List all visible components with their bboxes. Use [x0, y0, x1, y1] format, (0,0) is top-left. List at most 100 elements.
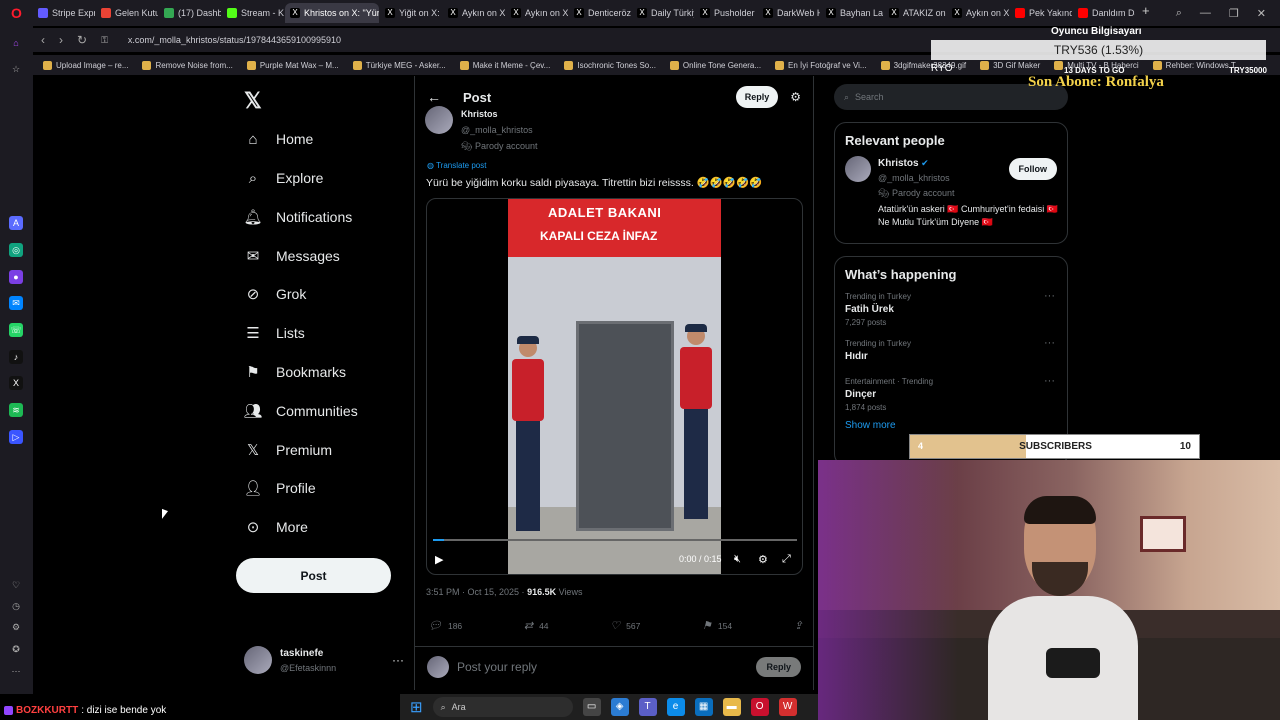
nav-explore[interactable]: ⌕ Explore [244, 169, 324, 187]
back-icon[interactable]: ‹ [41, 33, 45, 47]
person-row[interactable]: Khristos ✔ @_molla_khristos 🎭︎ Parody ac… [835, 154, 1067, 231]
close-icon[interactable]: ✕ [1257, 7, 1266, 20]
header-reply-button[interactable]: Reply [735, 86, 779, 108]
whatsapp-icon[interactable]: ☏ [9, 323, 23, 337]
tab[interactable]: X ATAKIZ on [884, 3, 946, 23]
windows-start-icon[interactable]: ⊞ [410, 698, 423, 716]
reload-icon[interactable]: ↻ [77, 33, 87, 47]
nav-profile[interactable]: 👤︎ Profile [243, 479, 315, 497]
opera-logo-icon[interactable]: O [0, 0, 33, 26]
play-icon[interactable]: ▶ [435, 553, 443, 566]
tab[interactable]: X Denticeröz [569, 3, 631, 23]
more-dots-icon[interactable]: ··· [1044, 337, 1055, 349]
nav-communities[interactable]: 👥︎ Communities [243, 402, 357, 420]
translate-link[interactable]: ◍ Translate post [427, 161, 486, 170]
trend-item[interactable]: Trending in Turkey Fatih Ürek 7,297 post… [835, 288, 1067, 335]
author-name[interactable]: Khristos [461, 109, 498, 119]
nav-messages[interactable]: ✉ Messages [244, 247, 340, 265]
tab[interactable]: Danldım Da [1073, 3, 1135, 23]
post-button[interactable]: Post [236, 558, 391, 593]
x-logo-icon[interactable]: 𝕏 [244, 88, 262, 114]
nav-home[interactable]: ⌂ Home [244, 130, 313, 148]
home-icon[interactable]: ⌂ [9, 36, 23, 50]
nav-more[interactable]: ⊙ More [244, 518, 308, 536]
like-action[interactable]: ♡ 567 [610, 619, 640, 632]
forward-icon[interactable]: › [59, 33, 63, 47]
tab[interactable]: X DarkWeb H [758, 3, 820, 23]
new-tab-icon[interactable]: + [1136, 3, 1156, 23]
aria-icon[interactable]: A [9, 216, 23, 230]
site-info-icon[interactable]: ⚿ [101, 35, 108, 46]
sliders-icon[interactable]: ⚙ [790, 90, 801, 104]
trend-item[interactable]: Trending in Turkey Hıdır ··· [835, 335, 1067, 373]
show-more-link[interactable]: Show more [835, 420, 1067, 431]
minimize-icon[interactable]: — [1200, 7, 1211, 20]
mute-icon[interactable]: 🔇︎ [734, 553, 741, 566]
more-dots-icon[interactable]: ··· [1044, 290, 1055, 302]
nav-premium[interactable]: 𝕏 Premium [244, 441, 332, 459]
tab[interactable]: Stripe Expre [33, 3, 95, 23]
bookmark-item[interactable]: Remove Noise from... [142, 60, 233, 70]
chatgpt-icon[interactable]: ◎ [9, 243, 23, 257]
tab[interactable]: X Aykın on X [443, 3, 505, 23]
account-switcher[interactable]: taskinefe @Efetaskinnn ··· [244, 642, 404, 678]
reply-action[interactable]: 💬︎ 186 [428, 619, 462, 632]
bookmark-item[interactable]: Purple Mat Wax – M... [246, 60, 339, 70]
reply-submit-button[interactable]: Reply [756, 656, 801, 677]
back-arrow-icon[interactable]: ← [427, 89, 441, 105]
more-dots-icon[interactable]: ··· [392, 653, 404, 667]
video-progress[interactable] [433, 539, 797, 541]
history-icon[interactable]: ◷ [9, 599, 23, 613]
maximize-icon[interactable]: ❐ [1229, 7, 1239, 20]
player-icon[interactable]: ▷ [9, 430, 23, 444]
tab[interactable]: X Khristos on X: "Yürü [285, 3, 379, 23]
app-icon[interactable]: ● [9, 270, 23, 284]
tab[interactable]: X Aykın on X [947, 3, 1009, 23]
nav-lists[interactable]: ☰ Lists [244, 324, 305, 342]
tab[interactable]: Pek Yakında [1010, 3, 1072, 23]
tab[interactable]: Stream - Ki [222, 3, 284, 23]
more-dots-icon[interactable]: ··· [1044, 375, 1055, 387]
bookmark-action[interactable]: ⚑ 154 [702, 619, 732, 632]
url-field[interactable]: x.com/_molla_khristos/status/19784436591… [128, 35, 341, 45]
search-tabs-icon[interactable]: ⌕ [1176, 7, 1182, 20]
trend-item[interactable]: Entertainment · Trending Dinçer 1,874 po… [835, 373, 1067, 420]
settings-icon[interactable]: ⚙ [9, 620, 23, 634]
repost-action[interactable]: ⇄ 44 [524, 619, 549, 632]
post-author[interactable]: Khristos @_molla_khristos 🎭︎ Parody acco… [425, 106, 538, 154]
messenger-icon[interactable]: ✉ [9, 296, 23, 310]
folder-icon[interactable]: ▬ [722, 698, 741, 716]
reply-input[interactable]: Post your reply [457, 660, 537, 674]
edge-icon[interactable]: e [666, 698, 685, 716]
bookmark-item[interactable]: En İyi Fotoğraf ve Vi... [775, 60, 867, 70]
taskbar-search[interactable]: ⌕ Ara [432, 697, 573, 717]
more-icon[interactable]: ⋯ [9, 664, 23, 678]
video-player[interactable]: ADALET BAKANI KAPALI CEZA İNFAZ ▶ 0:00 /… [426, 198, 803, 575]
copilot-icon[interactable]: ◈ [610, 698, 629, 716]
tab[interactable]: (17) Dashb [159, 3, 221, 23]
star-icon[interactable]: ☆ [9, 62, 23, 76]
bookmark-item[interactable]: Online Tone Genera... [669, 60, 761, 70]
nav-grok[interactable]: ⊘ Grok [244, 285, 307, 303]
x-icon[interactable]: X [9, 376, 23, 390]
lightbulb-icon[interactable]: ✪ [9, 642, 23, 656]
settings-icon[interactable]: ⚙ [758, 553, 768, 566]
opera-icon[interactable]: O [750, 698, 769, 716]
tiktok-icon[interactable]: ♪ [9, 350, 23, 364]
tab[interactable]: X Daily Türkiy [632, 3, 694, 23]
tab[interactable]: X Yiğit on X: [380, 3, 442, 23]
bookmark-item[interactable]: Türkiye MEG - Asker... [352, 60, 446, 70]
app-w-icon[interactable]: W [778, 698, 797, 716]
task-view-icon[interactable]: ▭ [582, 698, 601, 716]
tab[interactable]: X Aykın on X [506, 3, 568, 23]
follow-button[interactable]: Follow [1008, 158, 1057, 180]
nav-notifications[interactable]: 🔔︎ Notifications [243, 208, 352, 226]
tab[interactable]: X Pusholder [695, 3, 757, 23]
bookmark-item[interactable]: Make it Meme - Çev... [459, 60, 550, 70]
bookmark-item[interactable]: Upload Image – re... [43, 60, 128, 70]
teams-icon[interactable]: T [638, 698, 657, 716]
bookmark-item[interactable]: Isochronic Tones So... [564, 60, 656, 70]
share-action[interactable]: ⇪ [794, 619, 803, 632]
fullscreen-icon[interactable]: ⤢ [782, 553, 791, 566]
tab[interactable]: X Bayhan Lak [821, 3, 883, 23]
